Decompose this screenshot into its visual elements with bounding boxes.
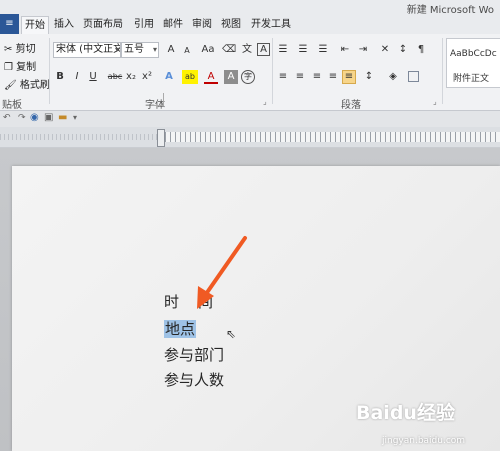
arrow-shaft bbox=[204, 236, 247, 296]
baidu-watermark: Baidu经验 jingyan.baidu.com bbox=[356, 396, 500, 451]
word-window: 新建 Microsoft Wo ≡ 开始 插入 页面布局 引用 邮件 审阅 视图… bbox=[0, 0, 500, 451]
watermark-url: jingyan.baidu.com bbox=[382, 436, 466, 446]
annotation-arrow-icon bbox=[197, 236, 247, 309]
baidu-logo: Baidu经验 bbox=[356, 402, 455, 424]
